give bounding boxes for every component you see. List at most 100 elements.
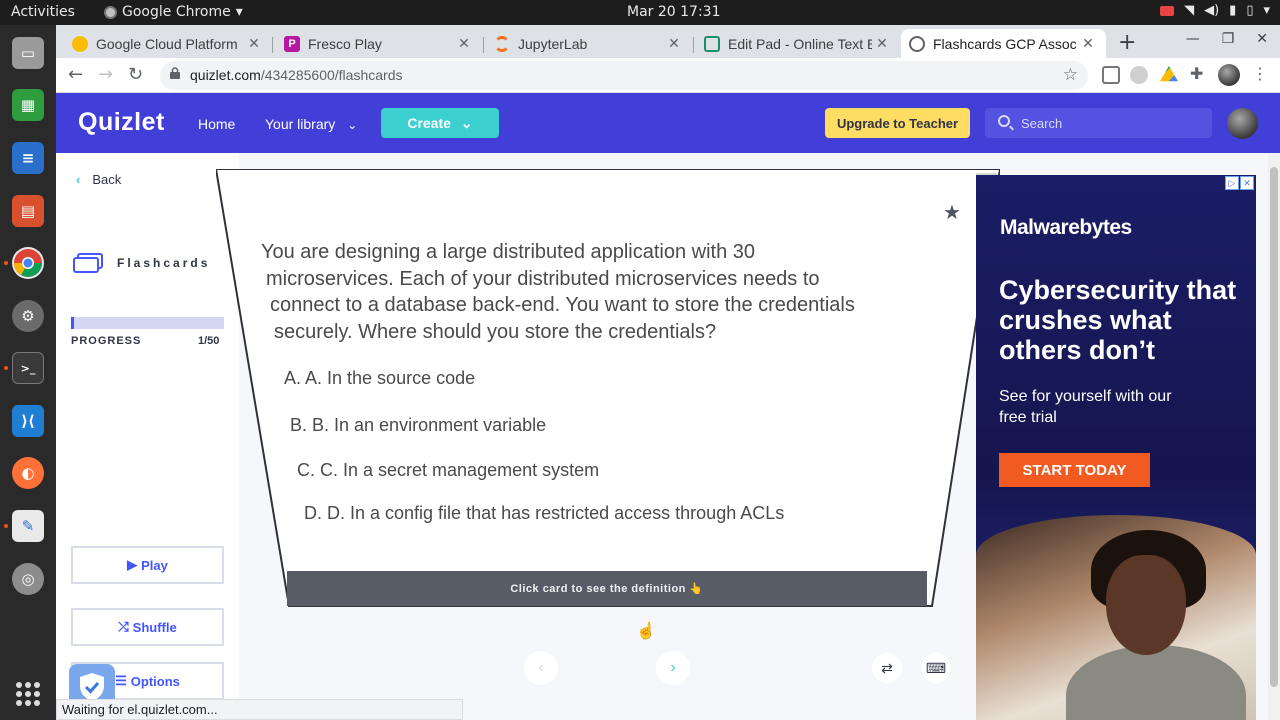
text-editor-icon[interactable]: ✎ <box>12 510 44 542</box>
maximize-icon[interactable]: ❐ <box>1222 31 1235 47</box>
nav-your-library[interactable]: Your library ⌄ <box>265 116 357 132</box>
running-indicator <box>4 261 8 265</box>
settings-icon[interactable]: ⚙ <box>12 300 44 332</box>
shuffle-icon: ⤮ <box>118 619 129 634</box>
battery-icon: ▯ <box>1246 3 1254 18</box>
card-option-d: D. D. In a config file that has restrict… <box>304 503 785 523</box>
progress-bar <box>71 317 224 329</box>
nav-home[interactable]: Home <box>198 116 235 132</box>
ad-cta-button[interactable]: START TODAY <box>999 453 1150 487</box>
chrome-icon <box>104 5 117 19</box>
reload-icon[interactable]: ↻ <box>128 64 143 85</box>
lock-icon <box>170 67 180 79</box>
firefox-icon[interactable]: ◐ <box>12 457 44 489</box>
close-tab-icon[interactable]: ✕ <box>872 35 892 52</box>
ad-close-icon: ✕ <box>1240 176 1254 190</box>
quizlet-logo[interactable]: Quizlet <box>78 108 165 137</box>
address-bar[interactable]: quizlet.com/434285600/flashcards ☆ <box>160 61 1088 90</box>
terminal-icon[interactable]: >_ <box>12 352 44 384</box>
ad-choices[interactable]: ▷ ✕ <box>1225 176 1254 190</box>
search-input[interactable]: Search <box>985 108 1212 138</box>
flashcard[interactable]: ★ You are designing a large distributed … <box>216 169 1000 609</box>
browser-tab[interactable]: Edit Pad - Online Text E ✕ <box>696 29 900 58</box>
browser-tab[interactable]: P Fresco Play ✕ <box>276 29 482 58</box>
close-tab-icon[interactable]: ✕ <box>454 35 474 52</box>
system-tray[interactable]: ◥ ◀) ▮ ▯ ▾ <box>1160 3 1270 18</box>
card-flip-hint: Click card to see the definition 👆 <box>287 571 927 606</box>
system-top-bar: Activities Google Chrome ▾ Mar 20 17:31 … <box>0 0 1280 25</box>
chevron-down-icon: ⌄ <box>347 118 358 132</box>
next-card-button[interactable]: › <box>656 651 690 685</box>
vscode-icon[interactable]: ⟩⟨ <box>12 405 44 437</box>
running-indicator <box>4 524 8 528</box>
dock: ▭ ▦ ≡ ▤ ⚙ >_ ⟩⟨ ◐ ✎ ◎ <box>0 25 56 720</box>
flashcards-icon <box>73 253 103 273</box>
files-icon[interactable]: ▭ <box>12 37 44 69</box>
close-tab-icon[interactable]: ✕ <box>664 35 684 52</box>
jupyter-icon <box>494 35 510 52</box>
progress-fill <box>71 317 75 329</box>
bookmark-star-icon[interactable]: ☆ <box>1063 65 1078 85</box>
star-icon[interactable]: ★ <box>943 200 961 225</box>
chrome-dock-icon[interactable] <box>12 247 44 279</box>
activities-button[interactable]: Activities <box>11 4 75 20</box>
flashcards-page: ‹ Back Flashcards PROGRESS 1/50 ▶ Play ⤮… <box>56 153 1268 720</box>
forward-arrow-icon[interactable]: → <box>98 64 113 85</box>
browser-tab[interactable]: JupyterLab ✕ <box>486 29 692 58</box>
google-drive-icon[interactable] <box>1160 66 1178 82</box>
malwarebytes-ad[interactable]: ▷ ✕ Malwarebytes Cybersecurity that crus… <box>976 175 1256 720</box>
extension-cart-icon[interactable] <box>1102 66 1120 84</box>
browser-status-bar: Waiting for el.quizlet.com... <box>56 699 463 720</box>
user-avatar[interactable] <box>1227 108 1258 139</box>
ad-brand-logo: Malwarebytes <box>1000 216 1132 239</box>
close-tab-icon[interactable]: ✕ <box>244 35 264 52</box>
editpad-icon <box>704 35 720 52</box>
new-tab-icon[interactable]: + <box>1118 30 1136 55</box>
power-menu-icon: ▾ <box>1263 3 1270 18</box>
ad-subtext: See for yourself with our free trial <box>999 388 1172 426</box>
study-sidebar: ‹ Back Flashcards PROGRESS 1/50 ▶ Play ⤮… <box>56 153 239 720</box>
extension-icon[interactable] <box>1130 66 1148 84</box>
ad-photo <box>976 515 1256 720</box>
close-tab-icon[interactable]: ✕ <box>1078 35 1098 52</box>
card-option-a: A. A. In the source code <box>284 368 476 388</box>
previous-card-button[interactable]: ‹ <box>524 651 558 685</box>
extensions-puzzle-icon[interactable]: ✚ <box>1190 64 1208 83</box>
swap-sides-icon[interactable]: ⇄ <box>872 653 902 683</box>
browser-tab-active[interactable]: Flashcards GCP Assoc E ✕ <box>901 29 1106 58</box>
close-window-icon[interactable]: ✕ <box>1256 31 1268 47</box>
presentation-icon[interactable]: ▤ <box>12 195 44 227</box>
quizlet-header: Quizlet Home Your library ⌄ Create ⌄ Upg… <box>56 93 1280 153</box>
minimize-icon[interactable]: — <box>1186 31 1200 47</box>
spreadsheet-icon[interactable]: ▦ <box>12 89 44 121</box>
globe-icon <box>909 35 925 52</box>
play-button[interactable]: ▶ Play <box>71 546 224 584</box>
keyboard-icon[interactable]: ⌨ <box>921 653 951 683</box>
show-applications-icon[interactable] <box>16 682 40 706</box>
mode-flashcards[interactable]: Flashcards <box>73 253 210 273</box>
progress-label: PROGRESS <box>71 335 142 347</box>
play-icon: ▶ <box>127 557 138 572</box>
create-button[interactable]: Create ⌄ <box>381 108 499 138</box>
browser-tab[interactable]: Google Cloud Platform ✕ <box>64 29 272 58</box>
chevron-down-icon: ⌄ <box>460 114 473 131</box>
upgrade-to-teacher-button[interactable]: Upgrade to Teacher <box>825 108 970 138</box>
browser-tab-strip: Google Cloud Platform ✕ P Fresco Play ✕ … <box>56 25 1280 58</box>
back-link[interactable]: ‹ Back <box>76 172 121 187</box>
app-menu-label: Google Chrome <box>122 4 231 20</box>
window-controls: — ❐ ✕ <box>1186 31 1268 47</box>
app-menu[interactable]: Google Chrome ▾ <box>104 4 243 20</box>
shuffle-button[interactable]: ⤮ Shuffle <box>71 608 224 646</box>
gcp-icon <box>72 35 88 52</box>
profile-avatar[interactable] <box>1218 64 1240 86</box>
kebab-menu-icon[interactable]: ⋮ <box>1252 64 1270 83</box>
clock[interactable]: Mar 20 17:31 <box>627 4 720 20</box>
back-arrow-icon[interactable]: ← <box>68 64 83 85</box>
page-scrollbar[interactable] <box>1268 153 1280 720</box>
disks-icon[interactable]: ◎ <box>12 563 44 595</box>
fresco-icon: P <box>284 35 300 52</box>
document-icon[interactable]: ≡ <box>12 142 44 174</box>
chevron-left-icon: ‹ <box>76 172 81 187</box>
card-option-b: B. B. In an environment variable <box>290 415 547 435</box>
adchoices-icon: ▷ <box>1225 176 1239 190</box>
